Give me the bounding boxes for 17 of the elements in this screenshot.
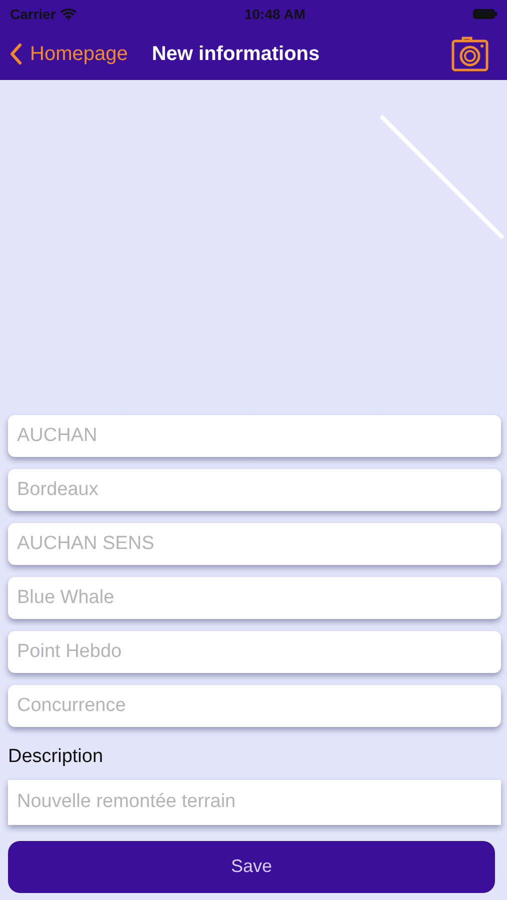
text-field[interactable]: AUCHAN (8, 415, 501, 457)
text-field[interactable]: Blue Whale (8, 577, 501, 619)
clock-text: 10:48 AM (244, 4, 306, 24)
page-title: New informations (152, 42, 320, 67)
description-label: Description (8, 745, 104, 769)
description-field[interactable]: Nouvelle remontée terrain (8, 780, 501, 824)
save-button[interactable]: Save (8, 840, 495, 892)
text-field[interactable]: AUCHAN SENS (8, 523, 501, 565)
chevron-left-icon (10, 43, 22, 65)
carrier-text: Carrier (10, 4, 56, 24)
text-field[interactable]: Concurrence (8, 685, 501, 727)
camera-icon[interactable] (451, 36, 489, 72)
text-field[interactable]: Point Hebdo (8, 631, 501, 673)
wifi-icon (60, 8, 77, 20)
text-field[interactable]: Bordeaux (8, 469, 501, 511)
battery-icon (473, 9, 497, 19)
back-link[interactable]: Homepage (10, 39, 128, 69)
